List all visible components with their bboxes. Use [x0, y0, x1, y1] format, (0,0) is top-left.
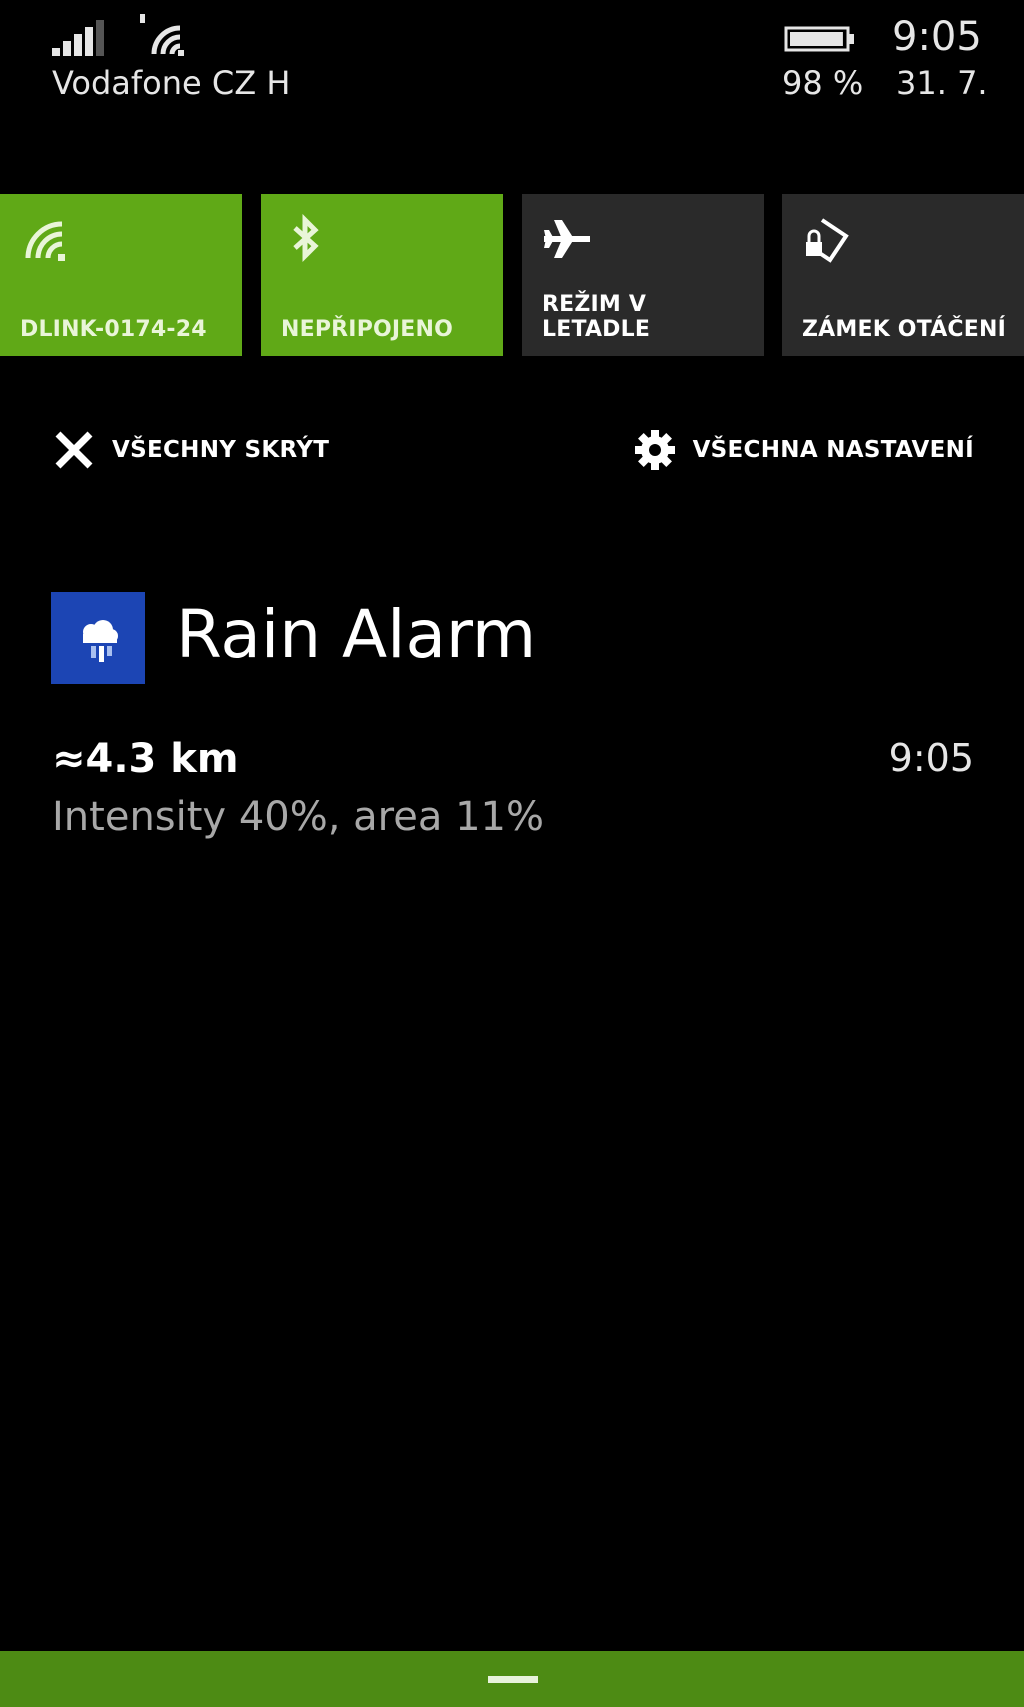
- carrier-name: Vodafone CZ H: [52, 64, 291, 102]
- action-center-handle-bar[interactable]: [0, 1651, 1024, 1707]
- signal-strength-icon: [52, 20, 104, 56]
- gear-icon: [634, 430, 675, 470]
- hide-all-label: VŠECHNY SKRÝT: [112, 437, 330, 463]
- all-settings-label: VŠECHNA NASTAVENÍ: [692, 437, 974, 463]
- quick-action-label: NEPŘIPOJENO: [281, 317, 454, 342]
- notification-time: 9:05: [888, 736, 974, 780]
- wifi-icon: [25, 221, 65, 261]
- date: 31. 7.: [896, 64, 988, 102]
- quick-action-wifi[interactable]: DLINK-0174-24: [0, 194, 242, 356]
- drag-handle[interactable]: [488, 1676, 538, 1683]
- all-settings-button[interactable]: VŠECHNA NASTAVENÍ: [633, 420, 974, 480]
- notification-actions: VŠECHNY SKRÝT VŠECHNA NASTAVENÍ: [0, 420, 1024, 480]
- quick-action-rotation-lock[interactable]: ZÁMEK OTÁČENÍ: [782, 194, 1024, 356]
- quick-actions: DLINK-0174-24 NEPŘIPOJENO REŽIM V LETADL…: [0, 194, 1024, 358]
- battery-percentage: 98 %: [782, 64, 864, 102]
- quick-action-label: ZÁMEK OTÁČENÍ: [802, 317, 1007, 342]
- status-bar: Vodafone CZ H 98 % 9:05 31. 7.: [0, 0, 1024, 130]
- airplane-icon: [544, 220, 590, 258]
- battery-icon: [784, 26, 854, 52]
- notification-body[interactable]: Intensity 40%, area 11%: [52, 794, 544, 840]
- quick-action-airplane-mode[interactable]: REŽIM V LETADLE: [522, 194, 764, 356]
- notification-app-name[interactable]: Rain Alarm: [176, 596, 536, 673]
- notification-title[interactable]: ≈4.3 km: [52, 736, 239, 782]
- wifi-status-icon: [140, 14, 184, 56]
- rain-cloud-icon: [83, 620, 118, 662]
- hide-all-button[interactable]: VŠECHNY SKRÝT: [52, 420, 329, 480]
- quick-action-label: DLINK-0174-24: [20, 317, 207, 342]
- rotation-lock-icon: [806, 218, 849, 263]
- quick-action-bluetooth[interactable]: NEPŘIPOJENO: [261, 194, 503, 356]
- rain-alarm-app-icon: [51, 592, 145, 684]
- bluetooth-icon: [293, 214, 319, 263]
- clock: 9:05: [892, 14, 982, 60]
- quick-action-label: REŽIM V LETADLE: [542, 292, 651, 342]
- close-icon: [55, 431, 93, 469]
